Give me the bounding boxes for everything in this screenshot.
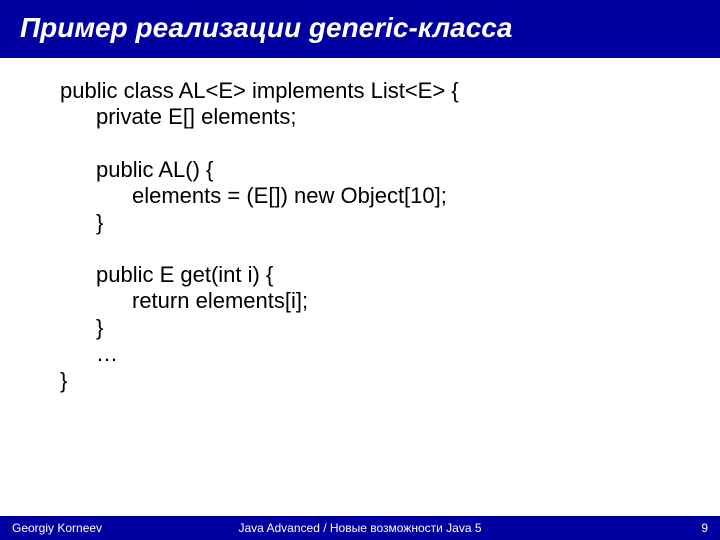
- code-line-10: }: [60, 368, 660, 394]
- code-line-6: public E get(int i) {: [60, 262, 660, 288]
- code-line-9: …: [60, 341, 660, 367]
- footer-author: Georgiy Korneev: [12, 521, 102, 535]
- code-line-3: public AL() {: [60, 157, 660, 183]
- footer-course: Java Advanced / Новые возможности Java 5: [238, 521, 481, 535]
- slide-title: Пример реализации generic-класса: [20, 12, 700, 44]
- code-line-1: public class AL<E> implements List<E> {: [60, 78, 660, 104]
- footer-page: 9: [701, 521, 708, 535]
- footer-bar: Georgiy Korneev Java Advanced / Новые во…: [0, 516, 720, 540]
- code-line-4: elements = (E[]) new Object[10];: [60, 183, 660, 209]
- code-line-7: return elements[i];: [60, 288, 660, 314]
- title-bar: Пример реализации generic-класса: [0, 0, 720, 58]
- code-line-5: }: [60, 210, 660, 236]
- code-line-8: }: [60, 315, 660, 341]
- code-line-2: private E[] elements;: [60, 104, 660, 130]
- slide-content: public class AL<E> implements List<E> { …: [0, 58, 720, 394]
